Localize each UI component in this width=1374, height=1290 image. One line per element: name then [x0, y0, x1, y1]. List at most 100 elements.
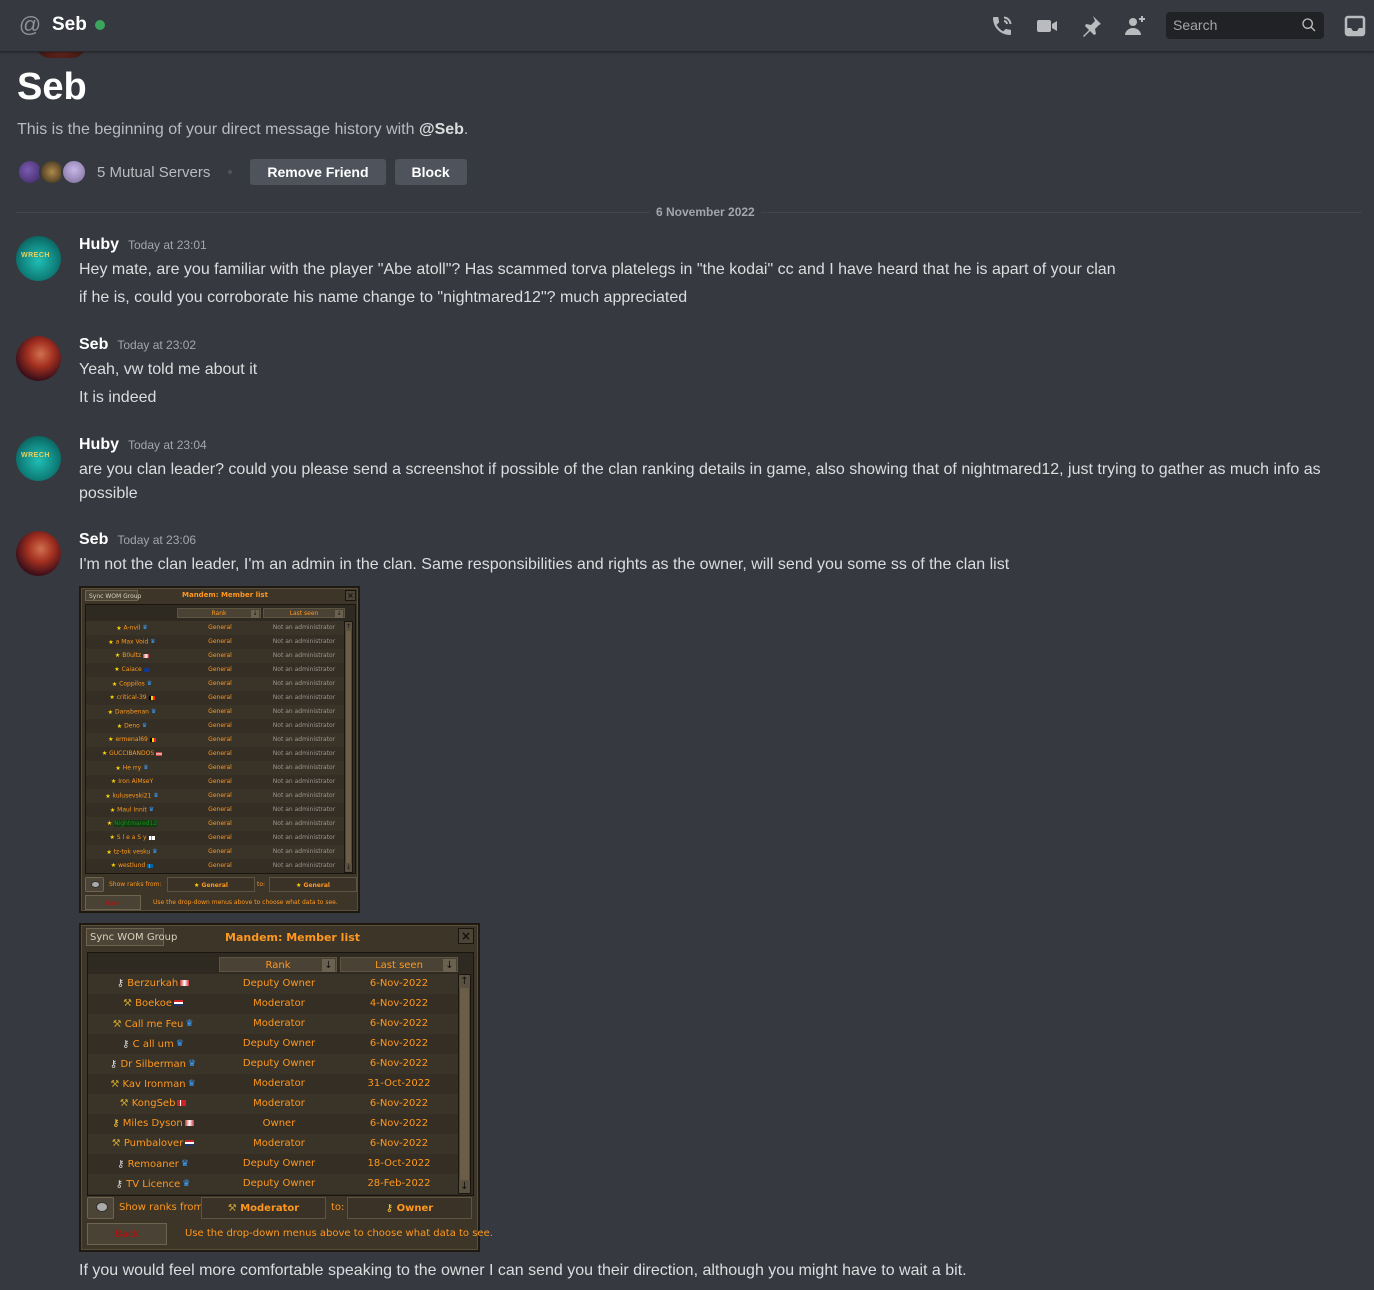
member-rank: General	[208, 624, 232, 631]
member-name: Iron AiMseY	[118, 778, 154, 785]
dm-intro-name: Seb	[17, 66, 87, 108]
at-sign-icon: @	[18, 12, 42, 37]
star-rank-icon: ★	[101, 750, 108, 757]
member-name-cell: ★ Coppilos ♛	[86, 677, 178, 691]
member-rank: Moderator	[253, 1138, 305, 1149]
block-button[interactable]: Block	[394, 159, 467, 185]
back-button: Back	[85, 895, 141, 910]
uk-flag-icon	[180, 980, 190, 986]
key-silver-rank-icon: ⚷	[109, 1059, 118, 1070]
member-row: ★ Nightmared12 General Not an administra…	[86, 817, 348, 831]
message-header: Seb Today at 23:02	[79, 336, 196, 354]
crown-flag-icon: ♛	[187, 1079, 196, 1089]
member-last-seen: Not an administrator	[272, 708, 336, 715]
member-row: ⚷ Berzurkah Deputy Owner 6-Nov-2022	[88, 974, 458, 994]
member-row: ★ Dansbenan ♛ General Not an administrato…	[86, 705, 348, 719]
key-silver-rank-icon: ⚷	[116, 978, 125, 989]
mutual-servers-link[interactable]: 5 Mutual Servers	[97, 164, 210, 181]
message-header: Seb Today at 23:06	[79, 531, 196, 549]
member-row: ★ westlund General Not an administrator	[86, 859, 348, 873]
avatar[interactable]	[16, 531, 61, 576]
search-input[interactable]	[1173, 17, 1293, 33]
member-name: a Max Void	[115, 638, 149, 646]
search-box[interactable]	[1166, 12, 1324, 39]
message-text: I'm not the clan leader, I'm an admin in…	[79, 556, 1010, 573]
member-name: B0ultz	[122, 652, 142, 659]
member-name: Maul Innit	[117, 806, 147, 814]
author-name[interactable]: Huby	[79, 236, 119, 254]
image-attachment-member-list-staff[interactable]: Sync WOM Group Mandem: Member list × Rank ↓ L…	[79, 923, 493, 1252]
member-last-seen: 6-Nov-2022	[369, 1018, 429, 1029]
add-friends-to-dm-icon[interactable]	[1123, 14, 1147, 38]
member-name-cell: ★ B0ultz	[86, 649, 178, 663]
member-last-seen: Not an administrator	[272, 652, 336, 659]
member-name-cell: ★ GUCCIBANDOS	[86, 747, 178, 761]
member-name: Call me Feu	[124, 1019, 184, 1030]
member-name: KongSeb	[131, 1098, 176, 1109]
timestamp: Today at 23:04	[128, 438, 207, 452]
member-last-seen: 6-Nov-2022	[369, 1098, 429, 1109]
au-flag-icon	[143, 667, 150, 672]
timestamp: Today at 23:02	[117, 338, 197, 352]
star-rank-icon: ★	[108, 736, 114, 743]
avatar[interactable]	[16, 336, 61, 381]
star-rank-icon: ★	[106, 848, 112, 856]
image-attachment-member-list-generals[interactable]: Sync WOM Group Mandem: Member list × Rank ↓ L…	[79, 586, 360, 913]
member-name: GUCCIBANDOS	[109, 750, 155, 757]
member-last-seen: Not an administrator	[272, 736, 336, 743]
star-rank-icon: ★	[108, 638, 114, 646]
scroll-thumb	[460, 988, 469, 1180]
star-rank-icon: ★	[115, 764, 121, 772]
member-name: A-nvil	[123, 624, 141, 632]
star-rank-icon: ★	[109, 694, 115, 701]
member-last-seen: 6-Nov-2022	[369, 1138, 429, 1149]
mutual-server-icon[interactable]	[61, 159, 87, 185]
star-rank-icon: ★	[296, 882, 302, 889]
from-rank-dropdown: ⚒ Moderator	[201, 1197, 326, 1219]
member-last-seen: Not an administrator	[272, 680, 336, 687]
member-rank: General	[208, 666, 232, 673]
avatar[interactable]	[16, 436, 61, 481]
crown-flag-icon: ♛	[141, 722, 148, 729]
member-last-seen: 6-Nov-2022	[369, 1058, 429, 1069]
member-last-seen: Not an administrator	[272, 778, 336, 785]
member-row: ⚒ Boekoe Moderator 4-Nov-2022	[88, 994, 458, 1014]
subtitle-text: This is the beginning of your direct mes…	[17, 121, 419, 138]
author-name[interactable]: Seb	[79, 531, 108, 549]
author-name[interactable]: Huby	[79, 436, 119, 454]
hint-text: Use the drop-down menus above to choose …	[153, 899, 338, 906]
key-silver-rank-icon: ⚷	[122, 1039, 130, 1050]
be-flag-icon	[148, 695, 155, 700]
crown-flag-icon: ♛	[187, 1059, 197, 1069]
avatar[interactable]	[16, 236, 61, 281]
member-last-seen: Not an administrator	[272, 834, 336, 841]
be-flag-icon	[149, 737, 156, 742]
se-flag-icon	[147, 863, 154, 868]
member-last-seen: Not an administrator	[272, 764, 336, 771]
pinned-messages-icon[interactable]	[1079, 14, 1103, 38]
star-rank-icon: ★	[110, 862, 117, 869]
member-name: Coppilos	[119, 680, 145, 688]
key-silver-rank-icon: ⚷	[115, 1179, 123, 1190]
hint-text: Use the drop-down menus above to choose …	[185, 1228, 493, 1239]
star-rank-icon: ★	[116, 624, 122, 632]
remove-friend-button[interactable]: Remove Friend	[250, 159, 386, 185]
member-last-seen: Not an administrator	[272, 624, 336, 631]
member-name-cell: ★ westlund	[86, 859, 178, 873]
magnifier-icon	[85, 877, 104, 892]
member-rank: General	[208, 806, 232, 813]
start-voice-call-icon[interactable]	[990, 14, 1014, 38]
member-name: critical-39	[116, 694, 147, 701]
member-row: ⚒ Call me Feu ♛ Moderator 6-Nov-2022	[88, 1014, 458, 1034]
crown-flag-icon: ♛	[148, 806, 155, 813]
member-name-cell: ★ Maul Innit ♛	[86, 803, 178, 817]
member-name-cell: ⚷ Berzurkah	[88, 974, 218, 994]
rank-column-header: Rank ↓	[177, 608, 261, 618]
start-video-call-icon[interactable]	[1035, 14, 1059, 38]
key-gold-rank-icon: ⚷	[385, 1203, 394, 1214]
star-rank-icon: ★	[105, 792, 111, 800]
member-last-seen: Not an administrator	[272, 750, 336, 757]
inbox-icon[interactable]	[1343, 14, 1367, 38]
timestamp: Today at 23:01	[128, 238, 207, 252]
author-name[interactable]: Seb	[79, 336, 108, 354]
